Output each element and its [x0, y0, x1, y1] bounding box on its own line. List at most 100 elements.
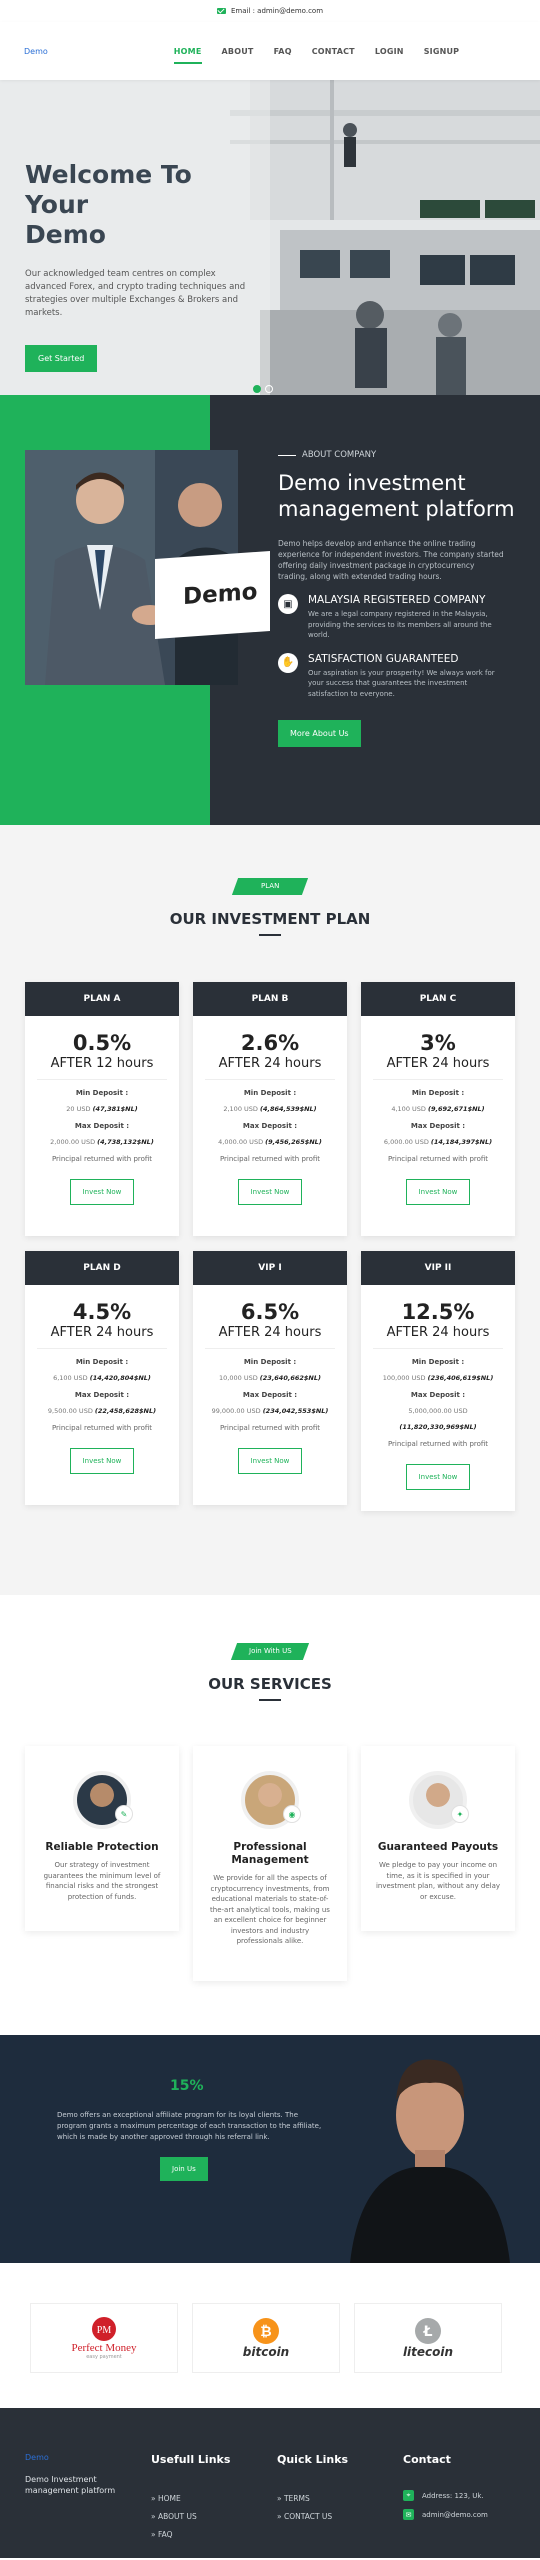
plan-rate: 12.5% [401, 1300, 475, 1324]
services-grid: ✎ Reliable Protection Our strategy of in… [25, 1746, 540, 1981]
about-eyebrow: ABOUT COMPANY [278, 450, 515, 460]
footer-link-about[interactable]: » ABOUT US [151, 2512, 277, 2521]
title-underline [259, 934, 281, 936]
more-about-us-button[interactable]: More About Us [278, 720, 361, 747]
perfect-money-sublabel: easy payment [86, 2354, 122, 2360]
plan-rate: 2.6% [240, 1031, 300, 1055]
plan-max-label: Max Deposit : [410, 1391, 466, 1399]
hero-section: Welcome To Your Demo Our acknowledged te… [0, 80, 540, 395]
plan-max-value: 5,000,000.00 USD [408, 1407, 468, 1415]
get-started-button[interactable]: Get Started [25, 345, 98, 372]
nav-faq[interactable]: FAQ [274, 47, 292, 56]
about-title: Demo investment management platform [278, 471, 515, 521]
plan-divider [37, 1079, 167, 1080]
plan-max-ngn: (11,820,330,969$NL) [399, 1423, 477, 1431]
plan-min-value: 20 USD (47,381$NL) [66, 1105, 138, 1113]
plan-grid: PLAN A 0.5% AFTER 12 hours Min Deposit :… [25, 982, 540, 1511]
footer-link-home[interactable]: » HOME [151, 2494, 277, 2503]
plan-return-note: Principal returned with profit [387, 1155, 489, 1163]
bitcoin-label: bitcoin [242, 2345, 290, 2359]
plan-max-value: 9,500.00 USD (22,458,628$NL) [47, 1407, 157, 1415]
lightbulb-icon: ✦ [451, 1805, 469, 1823]
invest-now-button[interactable]: Invest Now [69, 1179, 135, 1205]
plan-max-label: Max Deposit : [74, 1122, 130, 1130]
nav-signup[interactable]: SIGNUP [424, 47, 460, 56]
plan-card: VIP I 6.5% AFTER 24 hours Min Deposit : … [193, 1251, 347, 1505]
invest-now-button[interactable]: Invest Now [405, 1179, 471, 1205]
litecoin-label: litecoin [402, 2345, 454, 2359]
topbar-email[interactable]: Email : admin@demo.com [231, 7, 323, 15]
affiliate-man-image [350, 2059, 510, 2263]
plans-title: OUR INVESTMENT PLAN [169, 910, 371, 928]
plan-min-value: 4,100 USD (9,692,671$NL) [391, 1105, 485, 1113]
feature-text: We are a legal company registered in the… [308, 610, 492, 639]
building-icon: ▣ [278, 594, 298, 614]
title-underline [259, 1699, 281, 1701]
slider-dot-2[interactable] [265, 385, 273, 393]
hero-title-line2: Demo [25, 220, 106, 249]
plan-name: VIP I [193, 1251, 347, 1285]
affiliate-section: 15% Demo offers an exceptional affiliate… [0, 2035, 540, 2263]
about-eyebrow-text: ABOUT COMPANY [302, 450, 377, 460]
plan-max-value: 99,000.00 USD (234,042,553$NL) [211, 1407, 329, 1415]
plan-divider [37, 1348, 167, 1349]
perfect-money-icon: PM [92, 2317, 116, 2341]
service-title: Reliable Protection [45, 1841, 159, 1853]
about-text: Demo helps develop and enhance the onlin… [278, 539, 504, 581]
topbar: Email : admin@demo.com [0, 0, 540, 22]
footer-logo[interactable]: Demo [25, 2453, 151, 2462]
plan-duration: AFTER 12 hours [50, 1056, 154, 1071]
footer-link-contact[interactable]: » CONTACT US [277, 2512, 403, 2521]
footer-quick-links: Quick Links » TERMS » CONTACT US [277, 2453, 403, 2558]
feature-title: MALAYSIA REGISTERED COMPANY [308, 594, 486, 606]
footer-link-terms[interactable]: » TERMS [277, 2494, 403, 2503]
footer-email-text[interactable]: admin@demo.com [422, 2511, 488, 2519]
plan-card: PLAN A 0.5% AFTER 12 hours Min Deposit :… [25, 982, 179, 1236]
footer-link-faq[interactable]: » FAQ [151, 2530, 277, 2539]
service-card: ◉ Professional Management We provide for… [193, 1746, 347, 1981]
join-us-button[interactable]: Join Us [160, 2157, 208, 2181]
handshake-icon: ✋ [278, 652, 298, 673]
footer-address: ⌖ Address: 123, Uk. [403, 2490, 529, 2501]
invest-now-button[interactable]: Invest Now [237, 1448, 303, 1474]
plan-duration: AFTER 24 hours [386, 1056, 490, 1071]
site-logo[interactable]: Demo [24, 47, 48, 56]
plan-card: PLAN C 3% AFTER 24 hours Min Deposit : 4… [361, 982, 515, 1236]
plan-max-value: 4,000.00 USD (9,456,265$NL) [218, 1138, 322, 1146]
footer-email: ✉ admin@demo.com [403, 2509, 529, 2520]
plan-name: PLAN C [361, 982, 515, 1016]
plan-divider [373, 1079, 503, 1080]
invest-now-button[interactable]: Invest Now [237, 1179, 303, 1205]
service-card: ✦ Guaranteed Payouts We pledge to pay yo… [361, 1746, 515, 1931]
plan-min-label: Min Deposit : [243, 1358, 297, 1366]
plan-max-label: Max Deposit : [74, 1391, 130, 1399]
services-section: Join With US OUR SERVICES ✎ Reliable Pro… [0, 1595, 540, 2035]
plan-duration: AFTER 24 hours [218, 1325, 322, 1340]
plan-return-note: Principal returned with profit [219, 1155, 321, 1163]
nav-contact[interactable]: CONTACT [312, 47, 355, 56]
footer-contact: Contact ⌖ Address: 123, Uk. ✉ admin@demo… [403, 2453, 529, 2558]
email-icon [216, 8, 226, 14]
service-title: Guaranteed Payouts [377, 1841, 499, 1853]
services-title: OUR SERVICES [208, 1675, 332, 1693]
nav-login[interactable]: LOGIN [375, 47, 404, 56]
hero-title-line1: Welcome To Your [25, 160, 192, 219]
service-text: We provide for all the aspects of crypto… [210, 1874, 330, 1945]
email-icon: ✉ [403, 2509, 414, 2520]
invest-now-button[interactable]: Invest Now [69, 1448, 135, 1474]
plan-rate: 0.5% [72, 1031, 132, 1055]
edit-icon: ✎ [115, 1805, 133, 1823]
slider-dot-1[interactable] [253, 385, 261, 393]
eye-icon: ◉ [283, 1805, 301, 1823]
perfect-money-label: Perfect Money [71, 2342, 137, 2354]
plan-name: PLAN A [25, 982, 179, 1016]
invest-now-button[interactable]: Invest Now [405, 1464, 471, 1490]
footer-useful-links: Usefull Links » HOME » ABOUT US » FAQ [151, 2453, 277, 2558]
perfect-money-logo: PM Perfect Money easy payment [30, 2303, 178, 2373]
plan-duration: AFTER 24 hours [218, 1056, 322, 1071]
nav-about[interactable]: ABOUT [222, 47, 254, 56]
nav-home[interactable]: HOME [173, 47, 202, 64]
hero-title: Welcome To Your Demo [25, 160, 255, 250]
svg-text:₿: ₿ [260, 2324, 271, 2340]
plan-max-label: Max Deposit : [242, 1391, 298, 1399]
